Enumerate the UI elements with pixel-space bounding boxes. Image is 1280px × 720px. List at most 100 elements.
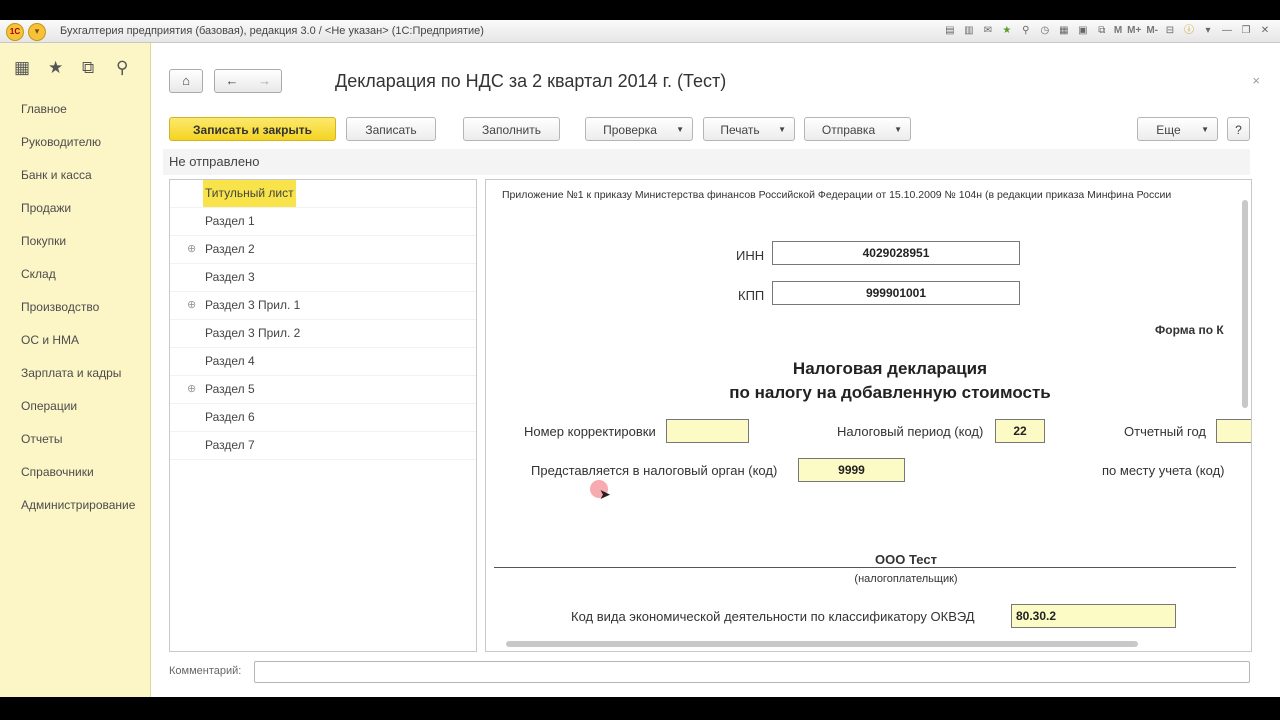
minimize-icon[interactable]: — xyxy=(1220,24,1234,38)
sidebar-item-payroll[interactable]: Зарплата и кадры xyxy=(0,357,150,390)
sidebar-item-operations[interactable]: Операции xyxy=(0,390,150,423)
tree-item-label: Раздел 6 xyxy=(205,410,255,424)
save-close-button[interactable]: Записать и закрыть xyxy=(169,117,336,141)
year-label: Отчетный год xyxy=(1124,424,1206,439)
year-field[interactable] xyxy=(1216,419,1251,443)
title-bar: 1С ▾ Бухгалтерия предприятия (базовая), … xyxy=(0,20,1280,43)
expand-icon[interactable]: ⊕ xyxy=(187,376,196,403)
compare-icon[interactable]: ⧉ xyxy=(1095,24,1109,38)
tree-item-label: Раздел 3 Прил. 2 xyxy=(205,326,301,340)
inn-label: ИНН xyxy=(736,248,765,263)
tree-item-label: Раздел 7 xyxy=(205,438,255,452)
period-label: Налоговый период (код) xyxy=(837,424,984,439)
sidebar-item-manager[interactable]: Руководителю xyxy=(0,126,150,159)
tree-item-title-page[interactable]: Титульный лист xyxy=(170,180,476,208)
star-icon[interactable]: ★ xyxy=(48,53,82,83)
tree-item-section-3[interactable]: Раздел 3 xyxy=(170,264,476,292)
okved-label: Код вида экономической деятельности по к… xyxy=(571,609,975,624)
comment-input[interactable] xyxy=(254,661,1250,683)
document-form: ⌂ ← → Декларация по НДС за 2 квартал 201… xyxy=(151,43,1280,697)
arrow-right-icon: → xyxy=(258,73,271,88)
forward-button[interactable]: → xyxy=(248,69,282,93)
restore-icon[interactable]: ❐ xyxy=(1239,24,1253,38)
send-button[interactable]: Отправка ▼ xyxy=(804,117,911,141)
inn-field[interactable]: 4029028951 xyxy=(772,241,1020,265)
check-button[interactable]: Проверка ▼ xyxy=(585,117,693,141)
close-icon[interactable]: × xyxy=(1252,73,1260,88)
tree-item-section-7[interactable]: Раздел 7 xyxy=(170,432,476,460)
place-label: по месту учета (код) xyxy=(1102,463,1225,478)
title-toolbar: ▤ ▥ ✉ ★ ⚲ ◷ ▦ ▣ ⧉ M M+ M- ⊟ ⓘ ▾ — ❐ ✕ xyxy=(943,23,1272,39)
tree-item-label: Раздел 3 xyxy=(205,270,255,284)
sections-panel: ▦ ★ ⧉ ⚲ Главное Руководителю Банк и касс… xyxy=(0,43,151,697)
tree-item-section-4[interactable]: Раздел 4 xyxy=(170,348,476,376)
okved-field[interactable]: 80.30.2 xyxy=(1011,604,1176,628)
tree-item-label: Раздел 5 xyxy=(205,382,255,396)
all-functions-grid-icon[interactable]: ▦ xyxy=(14,53,48,83)
kpp-label: КПП xyxy=(738,288,765,303)
tree-item-label: Раздел 3 Прил. 1 xyxy=(205,298,301,312)
chevron-down-icon[interactable]: ▾ xyxy=(1201,24,1215,38)
print-button[interactable]: Печать ▼ xyxy=(703,117,795,141)
preview-icon[interactable]: ▥ xyxy=(962,24,976,38)
tree-item-section-5[interactable]: ⊕ Раздел 5 xyxy=(170,376,476,404)
kpp-field[interactable]: 999901001 xyxy=(772,281,1020,305)
more-button[interactable]: Еще ▼ xyxy=(1137,117,1218,141)
check-button-label: Проверка xyxy=(603,123,657,137)
expand-icon[interactable]: ⊕ xyxy=(187,236,196,263)
back-button[interactable]: ← xyxy=(214,69,250,93)
memory-minus-icon[interactable]: M- xyxy=(1146,24,1158,38)
authority-field[interactable]: 9999 xyxy=(798,458,905,482)
sidebar-item-catalogs[interactable]: Справочники xyxy=(0,456,150,489)
horizontal-scrollbar[interactable] xyxy=(506,641,1138,647)
tree-item-section-1[interactable]: Раздел 1 xyxy=(170,208,476,236)
sidebar-item-main[interactable]: Главное xyxy=(0,93,150,126)
sidebar-item-production[interactable]: Производство xyxy=(0,291,150,324)
page-title: Декларация по НДС за 2 квартал 2014 г. (… xyxy=(335,71,727,91)
expand-icon[interactable]: ⊕ xyxy=(187,292,196,319)
chevron-down-icon: ▼ xyxy=(894,125,902,134)
vertical-scrollbar[interactable] xyxy=(1242,200,1248,408)
history-icon[interactable]: ⧉ xyxy=(82,53,116,83)
memory-icon[interactable]: M xyxy=(1114,24,1122,38)
search-icon[interactable]: ⚲ xyxy=(116,53,150,83)
print-icon[interactable]: ▤ xyxy=(943,24,957,38)
sidebar-item-warehouse[interactable]: Склад xyxy=(0,258,150,291)
tree-item-label: Раздел 4 xyxy=(205,354,255,368)
calculator-icon[interactable]: ▦ xyxy=(1057,24,1071,38)
authority-label: Представляется в налоговый орган (код) xyxy=(531,463,778,478)
sidebar-item-assets[interactable]: ОС и НМА xyxy=(0,324,150,357)
sidebar-item-purchases[interactable]: Покупки xyxy=(0,225,150,258)
history-icon[interactable]: ◷ xyxy=(1038,24,1052,38)
favorites-icon[interactable]: ★ xyxy=(1000,24,1014,38)
zoom-icon[interactable]: ⊟ xyxy=(1163,24,1177,38)
sidebar-item-reports[interactable]: Отчеты xyxy=(0,423,150,456)
tree-item-section-2[interactable]: ⊕ Раздел 2 xyxy=(170,236,476,264)
tree-item-label: Раздел 2 xyxy=(205,242,255,256)
fill-button[interactable]: Заполнить xyxy=(463,117,560,141)
org-caption: (налогоплательщик) xyxy=(854,573,958,585)
tree-item-section-3-app-1[interactable]: ⊕ Раздел 3 Прил. 1 xyxy=(170,292,476,320)
sidebar-item-bank[interactable]: Банк и касса xyxy=(0,159,150,192)
save-button[interactable]: Записать xyxy=(346,117,436,141)
home-button[interactable]: ⌂ xyxy=(169,69,203,93)
app-window: 1С ▾ Бухгалтерия предприятия (базовая), … xyxy=(0,0,1280,720)
period-field[interactable]: 22 xyxy=(995,419,1045,443)
calendar-icon[interactable]: ▣ xyxy=(1076,24,1090,38)
window-close-icon[interactable]: ✕ xyxy=(1258,24,1272,38)
tree-item-section-6[interactable]: Раздел 6 xyxy=(170,404,476,432)
tree-item-section-3-app-2[interactable]: Раздел 3 Прил. 2 xyxy=(170,320,476,348)
memory-plus-icon[interactable]: M+ xyxy=(1127,24,1141,38)
sidebar-item-admin[interactable]: Администрирование xyxy=(0,489,150,522)
send-button-label: Отправка xyxy=(821,123,876,137)
mouse-pointer-icon: ➤ xyxy=(599,486,611,502)
mail-icon[interactable]: ✉ xyxy=(981,24,995,38)
info-icon[interactable]: ⓘ xyxy=(1182,24,1196,38)
help-button[interactable]: ? xyxy=(1227,117,1250,141)
appendix-note: Приложение №1 к приказу Министерства фин… xyxy=(502,189,1172,201)
main-menu-icon[interactable]: ▾ xyxy=(28,23,46,41)
window-title: Бухгалтерия предприятия (базовая), редак… xyxy=(60,25,484,37)
sidebar-item-sales[interactable]: Продажи xyxy=(0,192,150,225)
link-icon[interactable]: ⚲ xyxy=(1019,24,1033,38)
correction-field[interactable] xyxy=(666,419,749,443)
